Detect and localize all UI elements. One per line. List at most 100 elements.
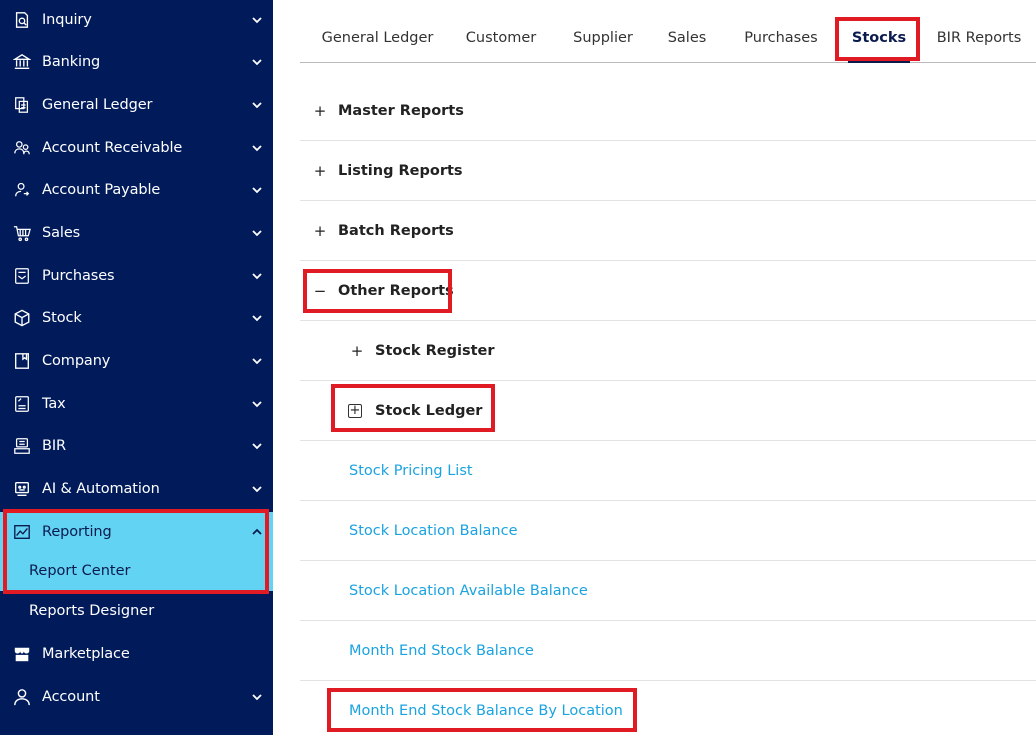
sidebar-item-label: Company bbox=[42, 353, 111, 369]
tab-bir-reports[interactable]: BIR Reports bbox=[932, 18, 1026, 58]
sidebar-item-inquiry[interactable]: Inquiry bbox=[0, 0, 273, 40]
sidebar-subitem-reports-designer[interactable]: Reports Designer bbox=[0, 591, 273, 631]
sidebar-item-bir[interactable]: BIR bbox=[0, 426, 273, 466]
chevron-up-icon bbox=[251, 526, 263, 538]
tab-supplier[interactable]: Supplier bbox=[566, 18, 640, 58]
report-item: Stock Pricing List bbox=[300, 441, 1036, 501]
bir-icon bbox=[12, 436, 32, 456]
receivable-icon bbox=[12, 138, 32, 158]
sidebar: Inquiry Banking General Ledger Account R… bbox=[0, 0, 273, 735]
cart-icon bbox=[12, 223, 32, 243]
box-icon bbox=[12, 308, 32, 328]
sidebar-item-label: Sales bbox=[42, 225, 81, 241]
purchases-icon bbox=[12, 266, 32, 286]
report-item: Month End Stock Balance By Location bbox=[300, 681, 1036, 735]
chevron-down-icon bbox=[251, 99, 263, 111]
robot-icon bbox=[12, 479, 32, 499]
report-link-stock-location-available-balance[interactable]: Stock Location Available Balance bbox=[349, 583, 588, 599]
sidebar-item-label: General Ledger bbox=[42, 97, 153, 113]
report-group-title: Stock Ledger bbox=[375, 402, 483, 419]
chevron-down-icon bbox=[251, 440, 263, 452]
sidebar-item-label: Stock bbox=[42, 310, 82, 326]
sidebar-item-label: Marketplace bbox=[42, 646, 130, 662]
sidebar-item-company[interactable]: Company bbox=[0, 341, 273, 381]
chevron-down-icon bbox=[251, 142, 263, 154]
sidebar-item-ai-automation[interactable]: AI & Automation bbox=[0, 469, 273, 509]
tab-general-ledger[interactable]: General Ledger bbox=[310, 18, 445, 58]
sidebar-item-account-payable[interactable]: Account Payable bbox=[0, 170, 273, 210]
sidebar-subitem-label: Report Center bbox=[29, 563, 131, 579]
expand-icon[interactable]: + bbox=[350, 343, 364, 358]
expand-icon[interactable]: + bbox=[313, 163, 327, 178]
expand-icon[interactable]: + bbox=[348, 403, 362, 418]
tab-customer[interactable]: Customer bbox=[458, 18, 544, 58]
chevron-down-icon bbox=[251, 270, 263, 282]
sidebar-item-purchases[interactable]: Purchases bbox=[0, 256, 273, 296]
company-icon bbox=[12, 351, 32, 371]
chevron-down-icon bbox=[251, 691, 263, 703]
sidebar-item-sales[interactable]: Sales bbox=[0, 213, 273, 253]
chart-icon bbox=[12, 522, 32, 542]
sidebar-item-general-ledger[interactable]: General Ledger bbox=[0, 85, 273, 125]
tab-stocks[interactable]: Stocks bbox=[848, 18, 910, 63]
report-link-month-end-stock-balance-by-location[interactable]: Month End Stock Balance By Location bbox=[349, 703, 623, 719]
sidebar-item-label: Purchases bbox=[42, 268, 115, 284]
report-category-tabs: General Ledger Customer Supplier Sales P… bbox=[300, 18, 1036, 63]
user-icon bbox=[12, 687, 32, 707]
chevron-down-icon bbox=[251, 312, 263, 324]
report-group-title: Other Reports bbox=[338, 282, 454, 299]
report-group-title: Batch Reports bbox=[338, 222, 454, 239]
sidebar-item-label: Account Receivable bbox=[42, 140, 183, 156]
sidebar-item-stock[interactable]: Stock bbox=[0, 298, 273, 338]
bank-icon bbox=[12, 52, 32, 72]
store-icon bbox=[12, 644, 32, 664]
report-link-month-end-stock-balance[interactable]: Month End Stock Balance bbox=[349, 643, 534, 659]
tab-purchases[interactable]: Purchases bbox=[736, 18, 826, 58]
sidebar-item-label: Reporting bbox=[42, 524, 112, 540]
sidebar-item-label: Banking bbox=[42, 54, 101, 70]
chevron-down-icon bbox=[251, 398, 263, 410]
tax-icon bbox=[12, 394, 32, 414]
sidebar-item-marketplace[interactable]: Marketplace bbox=[0, 634, 273, 674]
expand-icon[interactable]: + bbox=[313, 103, 327, 118]
report-group-title: Listing Reports bbox=[338, 162, 463, 179]
tab-sales[interactable]: Sales bbox=[662, 18, 712, 58]
chevron-down-icon bbox=[251, 184, 263, 196]
sidebar-subitem-report-center[interactable]: Report Center bbox=[0, 551, 273, 591]
chevron-down-icon bbox=[251, 56, 263, 68]
chevron-down-icon bbox=[251, 14, 263, 26]
chevron-down-icon bbox=[251, 355, 263, 367]
sidebar-item-reporting[interactable]: Reporting bbox=[0, 512, 273, 552]
expand-icon[interactable]: + bbox=[313, 223, 327, 238]
report-link-stock-location-balance[interactable]: Stock Location Balance bbox=[349, 523, 518, 539]
sidebar-item-tax[interactable]: Tax bbox=[0, 384, 273, 424]
sidebar-item-label: Account Payable bbox=[42, 182, 161, 198]
collapse-icon[interactable]: − bbox=[313, 283, 327, 298]
sidebar-item-label: AI & Automation bbox=[42, 481, 160, 497]
report-group-stock-ledger[interactable]: + Stock Ledger bbox=[300, 381, 1036, 441]
ledger-icon bbox=[12, 95, 32, 115]
sidebar-item-account[interactable]: Account bbox=[0, 677, 273, 717]
sidebar-item-label: Tax bbox=[42, 396, 66, 412]
report-group-listing[interactable]: + Listing Reports bbox=[300, 141, 1036, 201]
sidebar-subitem-label: Reports Designer bbox=[29, 603, 155, 619]
chevron-down-icon bbox=[251, 227, 263, 239]
report-group-title: Stock Register bbox=[375, 342, 495, 359]
report-group-master[interactable]: + Master Reports bbox=[300, 81, 1036, 141]
report-link-stock-pricing-list[interactable]: Stock Pricing List bbox=[349, 463, 473, 479]
report-group-title: Master Reports bbox=[338, 102, 464, 119]
report-group-stock-register[interactable]: + Stock Register bbox=[300, 321, 1036, 381]
report-item: Month End Stock Balance bbox=[300, 621, 1036, 681]
report-group-batch[interactable]: + Batch Reports bbox=[300, 201, 1036, 261]
report-group-other[interactable]: − Other Reports bbox=[300, 261, 1036, 321]
sidebar-item-label: BIR bbox=[42, 438, 66, 454]
sidebar-item-label: Inquiry bbox=[42, 12, 92, 28]
sidebar-item-label: Account bbox=[42, 689, 100, 705]
chevron-down-icon bbox=[251, 483, 263, 495]
report-item: Stock Location Balance bbox=[300, 501, 1036, 561]
report-item: Stock Location Available Balance bbox=[300, 561, 1036, 621]
payable-icon bbox=[12, 180, 32, 200]
sidebar-item-account-receivable[interactable]: Account Receivable bbox=[0, 128, 273, 168]
inquiry-icon bbox=[12, 10, 32, 30]
sidebar-item-banking[interactable]: Banking bbox=[0, 42, 273, 82]
